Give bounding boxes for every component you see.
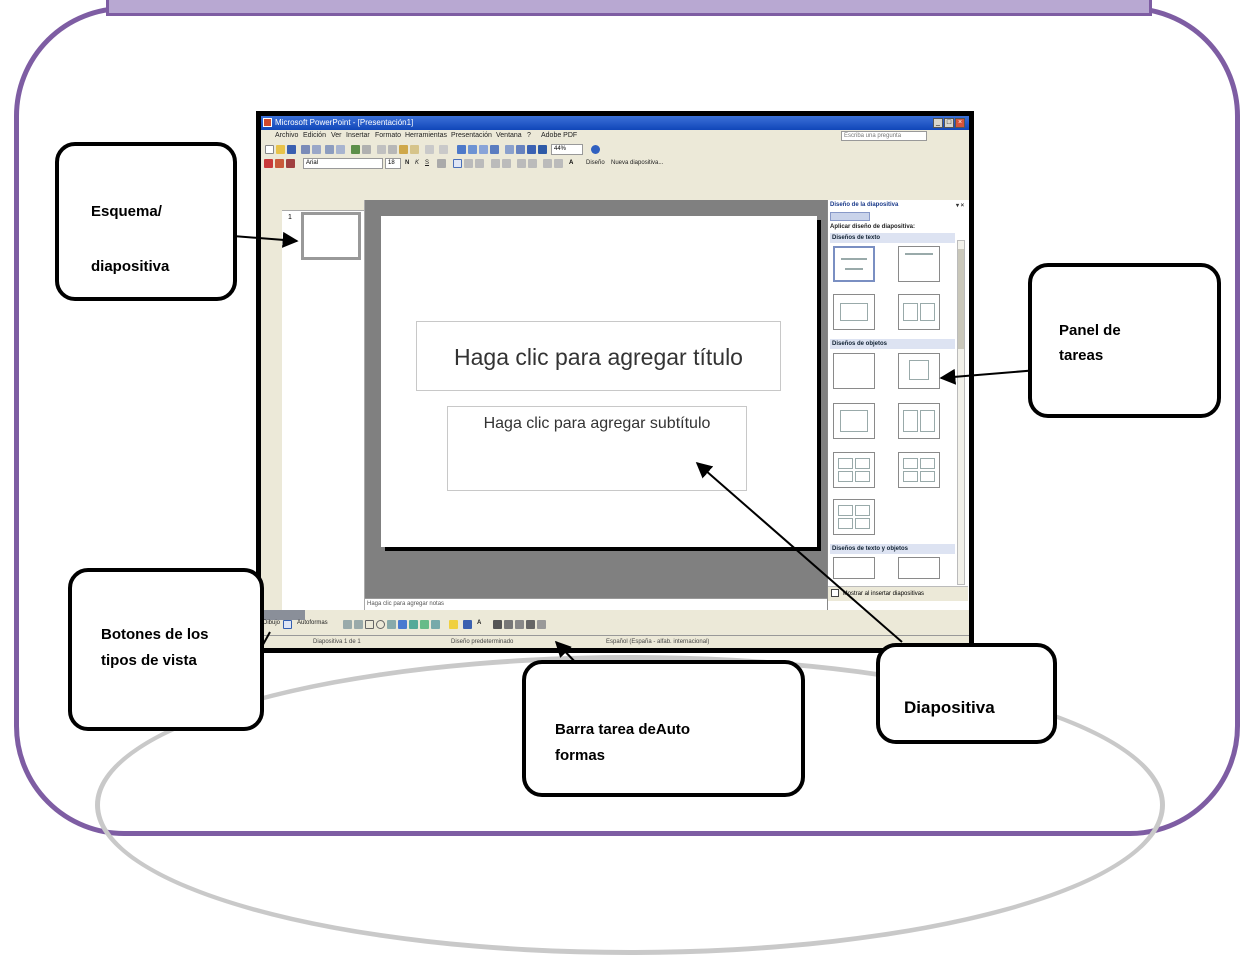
callout-esquema-line2: diapositiva xyxy=(91,258,170,275)
callout-botones-vista: Botones de los tipos de vista xyxy=(68,568,264,731)
callout-panel-tareas: Panel de tareas xyxy=(1028,263,1221,418)
arrow-panel xyxy=(939,368,1039,385)
callout-esquema-line1: Esquema/ xyxy=(91,203,162,220)
callout-panel-line2: tareas xyxy=(1059,347,1104,364)
callout-barra-line1: Barra tarea deAuto xyxy=(555,721,691,738)
callout-diapositiva: Diapositiva xyxy=(876,643,1057,744)
callout-esquema: Esquema/ diapositiva xyxy=(55,142,237,301)
callout-barra-autoformas: Barra tarea deAuto formas xyxy=(522,660,805,797)
callout-panel-line1: Panel de xyxy=(1059,322,1121,339)
arrow-diapositiva xyxy=(695,461,903,643)
callout-diapositiva-label: Diapositiva xyxy=(904,698,995,717)
callout-barra-line2: formas xyxy=(555,747,606,764)
callout-botones-line2: tipos de vista xyxy=(101,652,197,669)
callout-botones-line1: Botones de los xyxy=(101,626,209,643)
